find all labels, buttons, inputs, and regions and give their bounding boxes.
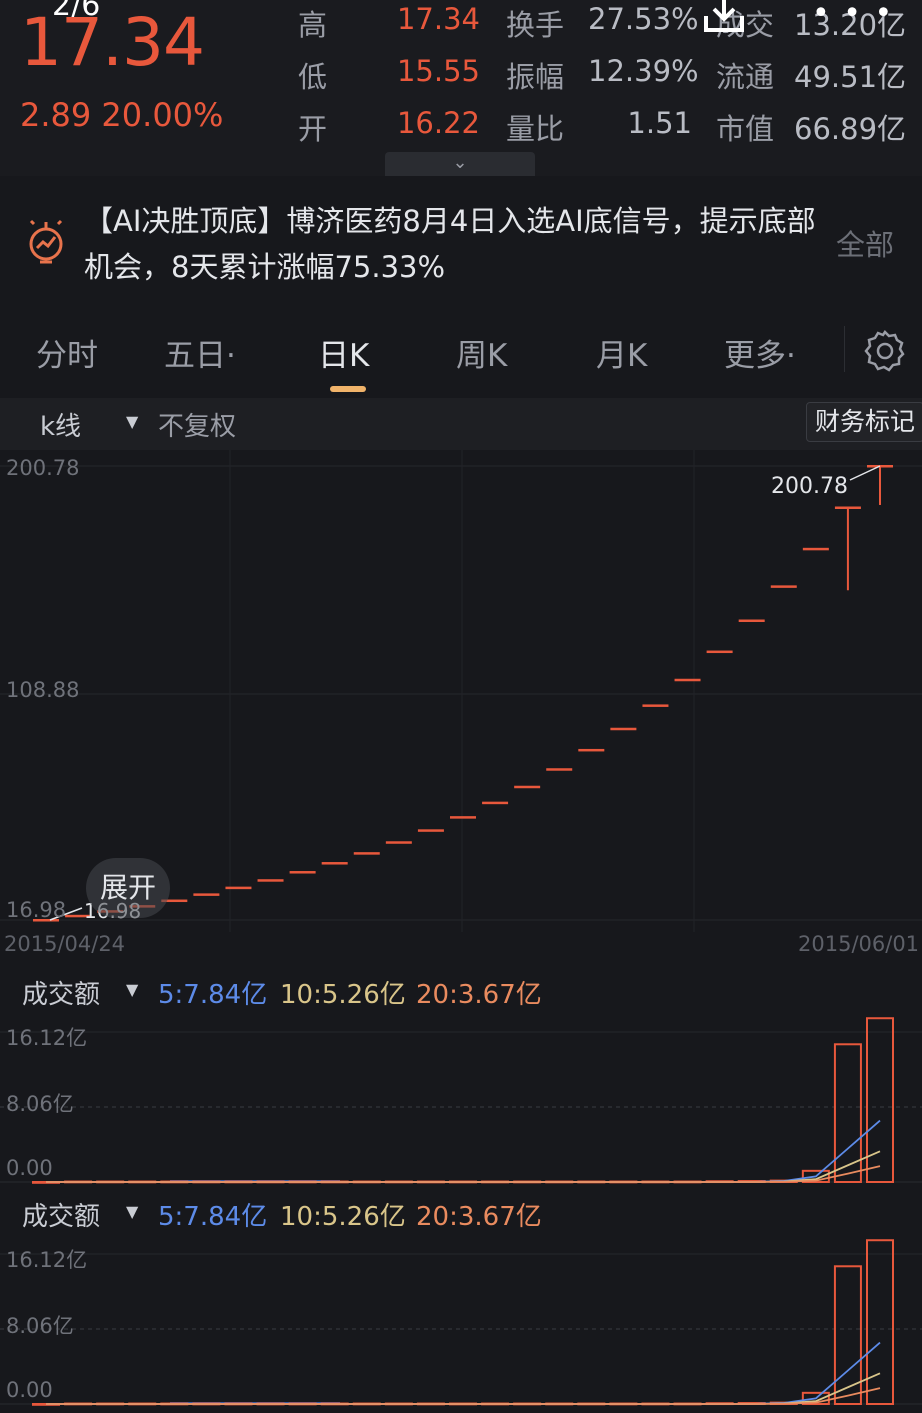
chevron-down-icon: ⌄ bbox=[452, 152, 468, 173]
volume-ma20-line bbox=[46, 1165, 881, 1183]
volume-tick-max-1: 16.12亿 bbox=[6, 1026, 88, 1050]
x-label-start: 2015/04/24 bbox=[4, 932, 126, 956]
candle bbox=[482, 801, 509, 805]
candle bbox=[514, 785, 541, 789]
candle bbox=[450, 816, 476, 819]
float-cap-label: 流通 bbox=[716, 60, 775, 94]
candle bbox=[321, 862, 348, 865]
volume-bar bbox=[866, 1017, 894, 1184]
volume-tick-zero-2: 0.00 bbox=[6, 1378, 53, 1402]
turnover-label: 换手 bbox=[506, 8, 565, 42]
ai-signal-text: 【AI决胜顶底】博济医药8月4日入选AI底信号，提示底部机会，8天累计涨幅75.… bbox=[84, 204, 816, 284]
amplitude-label: 振幅 bbox=[506, 60, 565, 94]
expand-quote-button[interactable]: ⌄ bbox=[385, 152, 535, 176]
quote-header: 2/6 17.34 2.89 20.00% 高 17.34 换手 27.53% … bbox=[0, 0, 922, 176]
candle bbox=[193, 893, 220, 896]
adjust-mode-select[interactable]: 不复权 bbox=[158, 406, 236, 443]
finance-mark-button[interactable]: 财务标记 bbox=[806, 402, 922, 442]
candle bbox=[353, 852, 380, 855]
volume-ma20-2: 20:3.67亿 bbox=[416, 1202, 542, 1232]
candle bbox=[770, 585, 797, 588]
volume-chart-1[interactable] bbox=[0, 1016, 922, 1186]
candle bbox=[642, 704, 669, 707]
last-price: 17.34 bbox=[20, 4, 205, 81]
volume-ma10-line bbox=[46, 1150, 881, 1183]
candle bbox=[706, 650, 733, 654]
candle bbox=[385, 841, 412, 844]
candle bbox=[257, 879, 284, 882]
market-cap-value: 66.89亿 bbox=[794, 112, 907, 146]
more-icon[interactable]: • • • bbox=[812, 0, 894, 31]
volume-ratio-value: 1.51 bbox=[627, 106, 692, 140]
high-value: 17.34 bbox=[396, 2, 480, 36]
tab-divider bbox=[844, 326, 845, 372]
volume-indicator-select-2[interactable]: 成交额 bbox=[22, 1196, 100, 1233]
tab-intraday[interactable]: 分时 bbox=[36, 330, 98, 375]
volume-bar bbox=[866, 1239, 894, 1406]
volume-ma10-2: 10:5.26亿 bbox=[280, 1202, 406, 1232]
candle bbox=[289, 871, 316, 874]
low-value: 15.55 bbox=[396, 54, 480, 88]
open-value: 16.22 bbox=[396, 106, 480, 140]
volume-tick-max-2: 16.12亿 bbox=[6, 1248, 88, 1272]
turnover-value: 27.53% bbox=[588, 2, 699, 36]
gear-icon[interactable] bbox=[862, 328, 908, 374]
x-label-end: 2015/06/01 bbox=[798, 932, 920, 956]
candle bbox=[417, 829, 444, 832]
max-annotation-label: 200.78 bbox=[771, 474, 848, 499]
price-change: 2.89 20.00% bbox=[20, 96, 223, 134]
download-icon[interactable] bbox=[700, 0, 748, 36]
low-label: 低 bbox=[298, 60, 328, 94]
change-percent: 20.00% bbox=[101, 96, 224, 134]
y-tick-max: 200.78 bbox=[6, 456, 80, 480]
max-annotation-line bbox=[849, 465, 881, 481]
float-cap-value: 49.51亿 bbox=[794, 60, 907, 94]
y-tick-min: 16.98 bbox=[6, 898, 67, 922]
candle bbox=[674, 678, 701, 682]
amplitude-value: 12.39% bbox=[588, 54, 699, 88]
dropdown-caret-icon[interactable]: ▼ bbox=[126, 412, 138, 431]
candle bbox=[225, 886, 252, 890]
ai-signal-icon bbox=[22, 218, 70, 268]
volume-ma5-line bbox=[46, 1119, 881, 1183]
candle bbox=[738, 619, 765, 623]
tab-five-day[interactable]: 五日· bbox=[164, 330, 236, 375]
volume-ma5-line bbox=[46, 1341, 881, 1405]
candle bbox=[802, 547, 829, 551]
open-label: 开 bbox=[298, 112, 328, 146]
candle bbox=[610, 727, 637, 731]
candle bbox=[578, 748, 605, 752]
dropdown-caret-icon[interactable]: ▼ bbox=[126, 1202, 138, 1221]
tab-monthly-k[interactable]: 月K bbox=[596, 330, 647, 375]
high-label: 高 bbox=[298, 8, 328, 42]
volume-tick-mid-2: 8.06亿 bbox=[6, 1314, 74, 1338]
volume-tick-mid-1: 8.06亿 bbox=[6, 1092, 74, 1116]
banner-all-link[interactable]: 全部 bbox=[836, 222, 894, 264]
tab-daily-k[interactable]: 日K bbox=[318, 330, 369, 375]
change-amount: 2.89 bbox=[20, 96, 92, 134]
y-tick-mid: 108.88 bbox=[6, 678, 80, 702]
volume-ma5-1: 5:7.84亿 bbox=[158, 980, 268, 1010]
market-cap-label: 市值 bbox=[716, 112, 775, 146]
candle bbox=[834, 506, 861, 509]
tab-weekly-k[interactable]: 周K bbox=[456, 330, 507, 375]
volume-ma10-line bbox=[46, 1372, 881, 1405]
volume-ma20-1: 20:3.67亿 bbox=[416, 980, 542, 1010]
kline-type-select[interactable]: k线 bbox=[40, 406, 81, 443]
volume-ma5-2: 5:7.84亿 bbox=[158, 1202, 268, 1232]
volume-indicator-select-1[interactable]: 成交额 bbox=[22, 974, 100, 1011]
expand-button[interactable]: 展开 bbox=[86, 858, 170, 918]
volume-ratio-label: 量比 bbox=[506, 112, 565, 146]
volume-ma10-1: 10:5.26亿 bbox=[280, 980, 406, 1010]
volume-tick-zero-1: 0.00 bbox=[6, 1156, 53, 1180]
candle bbox=[546, 768, 573, 771]
volume-chart-2[interactable] bbox=[0, 1238, 922, 1408]
active-tab-indicator bbox=[330, 386, 366, 392]
tab-more[interactable]: 更多· bbox=[724, 330, 796, 375]
volume-ma20-line bbox=[46, 1387, 881, 1405]
dropdown-caret-icon[interactable]: ▼ bbox=[126, 980, 138, 999]
